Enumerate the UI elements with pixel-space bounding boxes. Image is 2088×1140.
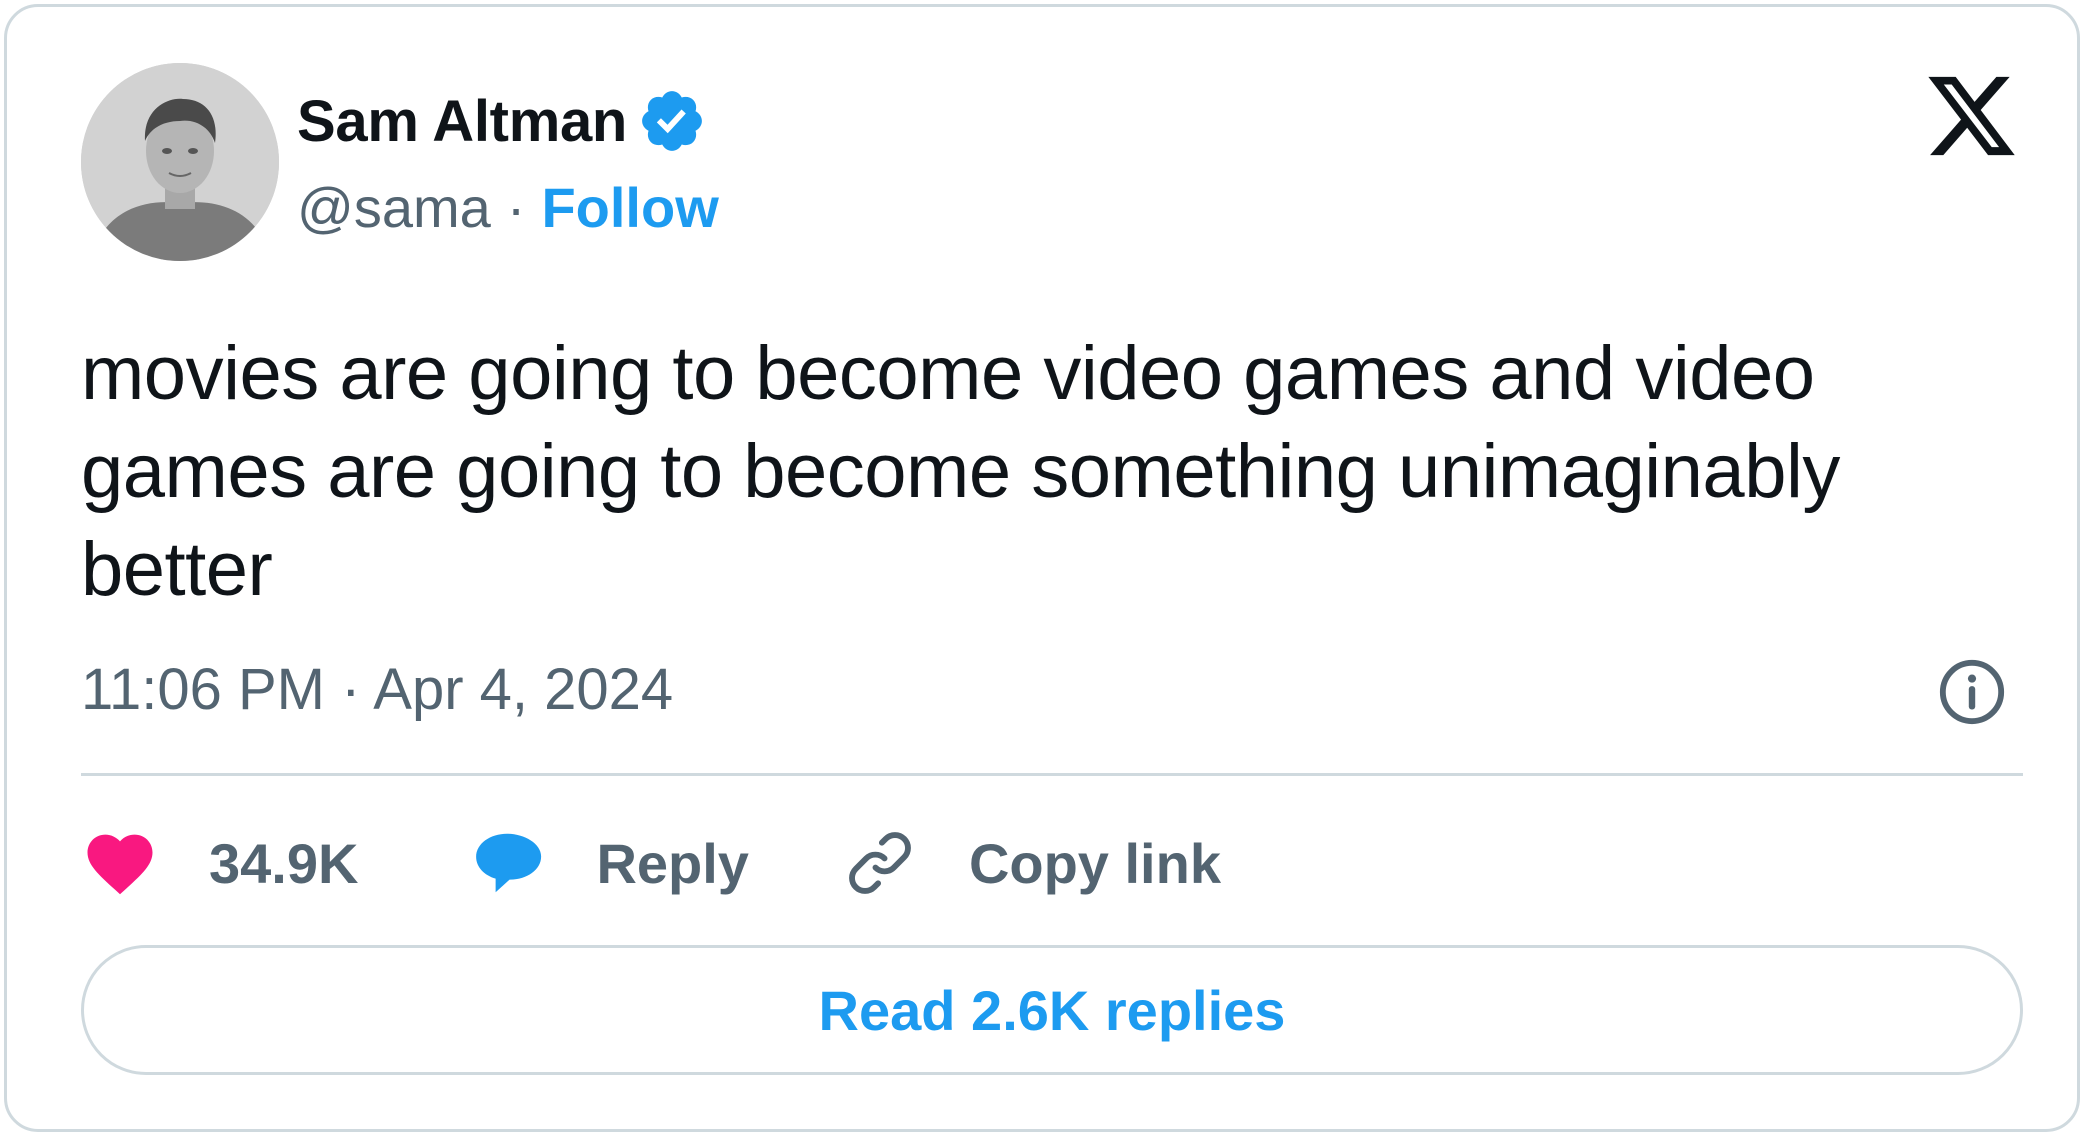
speech-bubble-icon (476, 833, 542, 893)
heart-icon (87, 834, 153, 895)
verified-badge-icon (642, 91, 702, 151)
x-logo-icon[interactable] (1925, 73, 2019, 159)
follow-button[interactable]: Follow (541, 175, 718, 240)
tweet-timestamp[interactable]: 11:06 PM · Apr 4, 2024 (81, 653, 673, 725)
tweet-text: movies are going to become video games a… (81, 331, 1840, 612)
info-icon[interactable] (1937, 657, 2007, 727)
reply-button[interactable]: Reply (468, 824, 749, 902)
copy-link-label: Copy link (968, 831, 1221, 895)
read-replies-button[interactable]: Read 2.6K replies (81, 945, 2023, 1075)
link-icon (849, 832, 911, 894)
author-display-name[interactable]: Sam Altman (297, 88, 627, 155)
author-name-row: Sam Altman (297, 85, 707, 157)
author-handle-row: @sama · Follow (297, 171, 719, 243)
avatar[interactable] (81, 63, 279, 261)
action-bar: 34.9K Reply Copy link (81, 823, 1221, 903)
tweet-card: Sam Altman @sama · Follow movies are goi… (4, 4, 2080, 1132)
reply-label: Reply (596, 831, 749, 895)
author-handle[interactable]: @sama (297, 175, 491, 240)
like-button[interactable]: 34.9K (81, 824, 358, 902)
avatar-photo (81, 63, 279, 261)
copy-link-button[interactable]: Copy link (841, 824, 1221, 902)
like-count: 34.9K (209, 831, 359, 895)
divider (81, 773, 2023, 776)
handle-separator: · (506, 175, 526, 239)
